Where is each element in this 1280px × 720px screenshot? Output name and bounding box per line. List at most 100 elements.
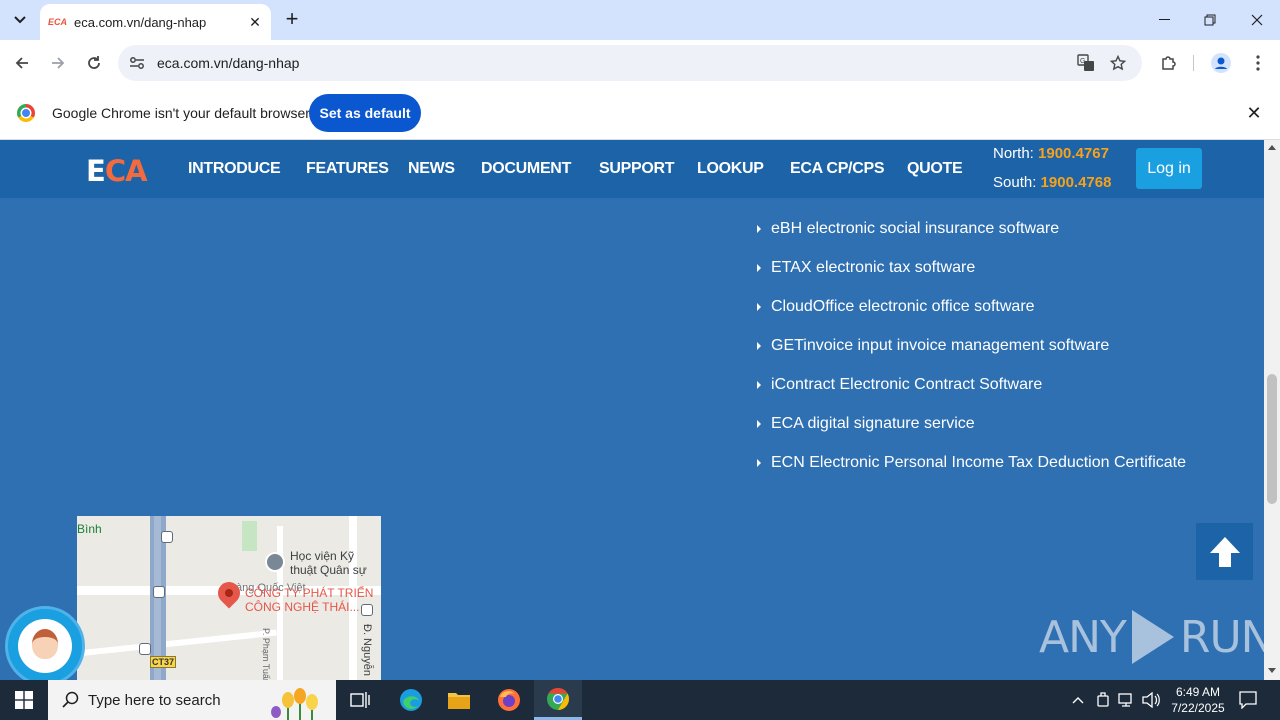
start-button[interactable] (0, 680, 48, 720)
product-link[interactable]: eBH electronic social insurance software (771, 220, 1059, 237)
logo-letter-e: E (86, 154, 106, 188)
map-poi-label[interactable]: CÔNG TY PHÁT TRIỂN (245, 586, 373, 600)
back-button[interactable] (8, 49, 36, 77)
chevron-down-icon (14, 16, 26, 24)
avatar (18, 619, 72, 673)
profile-button[interactable] (1207, 49, 1235, 77)
play-icon (1131, 610, 1174, 664)
list-item[interactable]: ECN Electronic Personal Income Tax Deduc… (757, 454, 1186, 493)
toolbar-divider (1193, 55, 1194, 71)
tray-network-icon[interactable] (1116, 680, 1138, 720)
tray-volume-icon[interactable] (1140, 680, 1162, 720)
tab-close-icon[interactable]: ✕ (247, 14, 263, 31)
product-link[interactable]: ECN Electronic Personal Income Tax Deduc… (771, 454, 1186, 471)
map-label: Học viện Kỹ (290, 549, 355, 563)
address-bar[interactable]: eca.com.vn/dang-nhap G (118, 45, 1142, 81)
hotline-south-label: South: (993, 174, 1041, 191)
minimize-button[interactable] (1141, 0, 1187, 40)
nav-news[interactable]: NEWS (408, 160, 455, 178)
map-label: thuật Quân sự (290, 563, 367, 577)
bus-stop-icon (161, 531, 173, 543)
task-view-button[interactable] (336, 680, 384, 720)
product-link[interactable]: ETAX electronic tax software (771, 259, 975, 276)
task-view-icon (350, 692, 370, 708)
infobar-message: Google Chrome isn't your default browser (52, 105, 310, 121)
scroll-up-arrow-icon[interactable] (1268, 145, 1276, 150)
product-link[interactable]: CloudOffice electronic office software (771, 298, 1035, 315)
chat-support-avatar[interactable] (5, 606, 85, 680)
list-item[interactable]: CloudOffice electronic office software (757, 298, 1186, 337)
taskbar-edge[interactable] (387, 680, 435, 720)
svg-text:G: G (1080, 58, 1085, 65)
school-icon (265, 552, 285, 572)
hotline-south-number[interactable]: 1900.4768 (1041, 174, 1112, 191)
close-window-button[interactable] (1234, 0, 1280, 40)
arrow-left-icon (15, 57, 28, 69)
taskbar-search-input[interactable]: Type here to search (48, 680, 336, 720)
caret-right-icon (757, 420, 761, 428)
hotline-north-number[interactable]: 1900.4767 (1038, 145, 1109, 162)
notification-icon (1239, 691, 1257, 709)
nav-features[interactable]: FEATURES (306, 160, 389, 178)
clock-time: 6:49 AM (1175, 685, 1221, 699)
star-icon (1110, 55, 1126, 71)
map-poi-label[interactable]: CÔNG NGHỆ THÁI... (245, 600, 359, 614)
anyrun-watermark: ANY RUN (1039, 610, 1264, 664)
puzzle-icon (1162, 56, 1176, 70)
caret-right-icon (757, 342, 761, 350)
list-item[interactable]: eBH electronic social insurance software (757, 220, 1186, 259)
tab-search-button[interactable] (6, 6, 34, 34)
show-hidden-icons-button[interactable] (1068, 680, 1088, 720)
nav-document[interactable]: DOCUMENT (481, 160, 571, 178)
taskbar-clock[interactable]: 6:49 AM 7/22/2025 (1160, 684, 1236, 716)
eca-logo[interactable]: ECA (86, 154, 148, 188)
forward-button[interactable] (44, 49, 72, 77)
tulips-decoration-icon (271, 688, 318, 720)
list-item[interactable]: iContract Electronic Contract Software (757, 376, 1186, 415)
nav-support[interactable]: SUPPORT (599, 160, 675, 178)
scroll-down-arrow-icon[interactable] (1268, 668, 1276, 673)
speaker-icon (1142, 692, 1160, 708)
nav-eca-cp-cps[interactable]: ECA CP/CPS (790, 160, 885, 178)
login-button[interactable]: Log in (1136, 148, 1202, 189)
product-link[interactable]: iContract Electronic Contract Software (771, 376, 1042, 393)
tray-device-icon[interactable] (1093, 680, 1113, 720)
set-as-default-button[interactable]: Set as default (309, 94, 421, 132)
product-link[interactable]: ECA digital signature service (771, 415, 975, 432)
browser-tab[interactable]: ECA eca.com.vn/dang-nhap ✕ (40, 4, 271, 40)
taskbar-chrome[interactable] (534, 680, 582, 720)
scroll-to-top-button[interactable] (1196, 523, 1253, 580)
reload-button[interactable] (80, 49, 108, 77)
search-icon (62, 691, 79, 708)
embedded-map[interactable]: Bình Học viện Kỹ thuật Quân sự Hoàng Quố… (77, 516, 381, 680)
site-navbar: ECA INTRODUCE FEATURES NEWS DOCUMENT SUP… (0, 140, 1264, 198)
nav-introduce[interactable]: INTRODUCE (188, 160, 281, 178)
notifications-button[interactable] (1236, 680, 1260, 720)
firefox-icon (498, 689, 520, 711)
list-item[interactable]: GETinvoice input invoice management soft… (757, 337, 1186, 376)
tab-strip: ECA eca.com.vn/dang-nhap ✕ + (0, 0, 1280, 40)
taskbar-file-explorer[interactable] (435, 680, 483, 720)
nav-lookup[interactable]: LOOKUP (697, 160, 764, 178)
chrome-menu-button[interactable] (1244, 49, 1272, 77)
watermark-text-right: RUN (1179, 611, 1264, 663)
bookmark-star-icon[interactable] (1108, 53, 1128, 73)
logo-letters-ca: CA (104, 154, 148, 188)
page-scrollbar[interactable] (1264, 140, 1280, 680)
list-item[interactable]: ETAX electronic tax software (757, 259, 1186, 298)
bus-stop-icon (139, 643, 151, 655)
list-item[interactable]: ECA digital signature service (757, 415, 1186, 454)
nav-quote[interactable]: QUOTE (907, 160, 963, 178)
extensions-button[interactable] (1155, 49, 1183, 77)
url-text[interactable]: eca.com.vn/dang-nhap (157, 55, 299, 71)
infobar-close-icon[interactable]: ✕ (1244, 103, 1264, 123)
restore-button[interactable] (1187, 0, 1233, 40)
highway-shield: CT37 (150, 656, 176, 668)
new-tab-button[interactable]: + (280, 8, 304, 32)
site-settings-icon[interactable] (128, 54, 146, 72)
translate-icon[interactable]: G (1076, 53, 1096, 73)
profile-icon (1211, 53, 1231, 73)
scrollbar-thumb[interactable] (1267, 374, 1277, 504)
taskbar-firefox[interactable] (485, 680, 533, 720)
product-link[interactable]: GETinvoice input invoice management soft… (771, 337, 1109, 354)
